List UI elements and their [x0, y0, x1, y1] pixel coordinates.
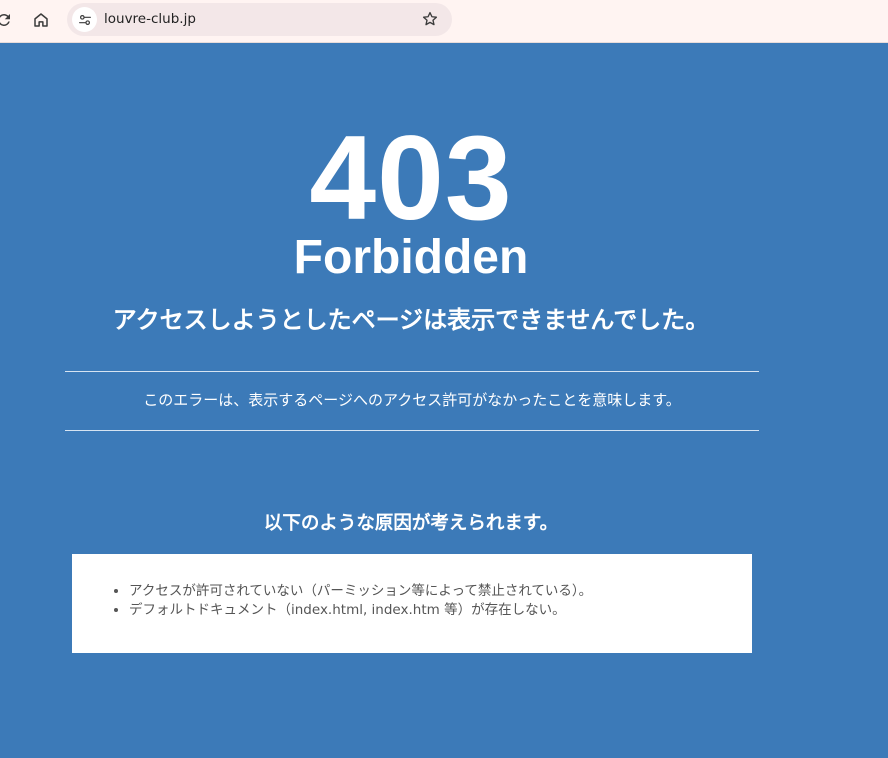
divider-bottom — [65, 430, 759, 431]
causes-list: アクセスが許可されていない（パーミッション等によって禁止されている）。 デフォル… — [129, 582, 752, 620]
bookmark-button[interactable] — [420, 9, 440, 29]
browser-toolbar: louvre-club.jp — [0, 0, 888, 43]
divider-top — [65, 371, 759, 372]
reload-button[interactable] — [0, 6, 18, 34]
error-message: アクセスしようとしたページは表示できませんでした。 — [112, 306, 710, 334]
error-code: 403 — [309, 111, 513, 245]
site-settings-icon — [78, 14, 91, 25]
cause-item: デフォルトドキュメント（index.html, index.htm 等）が存在し… — [129, 601, 752, 620]
causes-title: 以下のような原因が考えられます。 — [263, 513, 559, 534]
causes-box: アクセスが許可されていない（パーミッション等によって禁止されている）。 デフォル… — [72, 554, 752, 653]
home-button[interactable] — [27, 6, 55, 34]
cause-item: アクセスが許可されていない（パーミッション等によって禁止されている）。 — [129, 582, 752, 601]
site-info-button[interactable] — [72, 7, 97, 32]
error-status: Forbidden — [293, 231, 529, 284]
home-icon — [34, 13, 48, 27]
address-bar[interactable]: louvre-club.jp — [67, 3, 452, 36]
error-explanation: このエラーは、表示するページへのアクセス許可がなかったことを意味します。 — [143, 391, 681, 409]
url-text[interactable]: louvre-club.jp — [104, 11, 196, 27]
page-content: 403 Forbidden アクセスしようとしたページは表示できませんでした。 … — [0, 43, 888, 758]
star-icon — [422, 11, 438, 26]
reload-icon — [0, 13, 10, 26]
